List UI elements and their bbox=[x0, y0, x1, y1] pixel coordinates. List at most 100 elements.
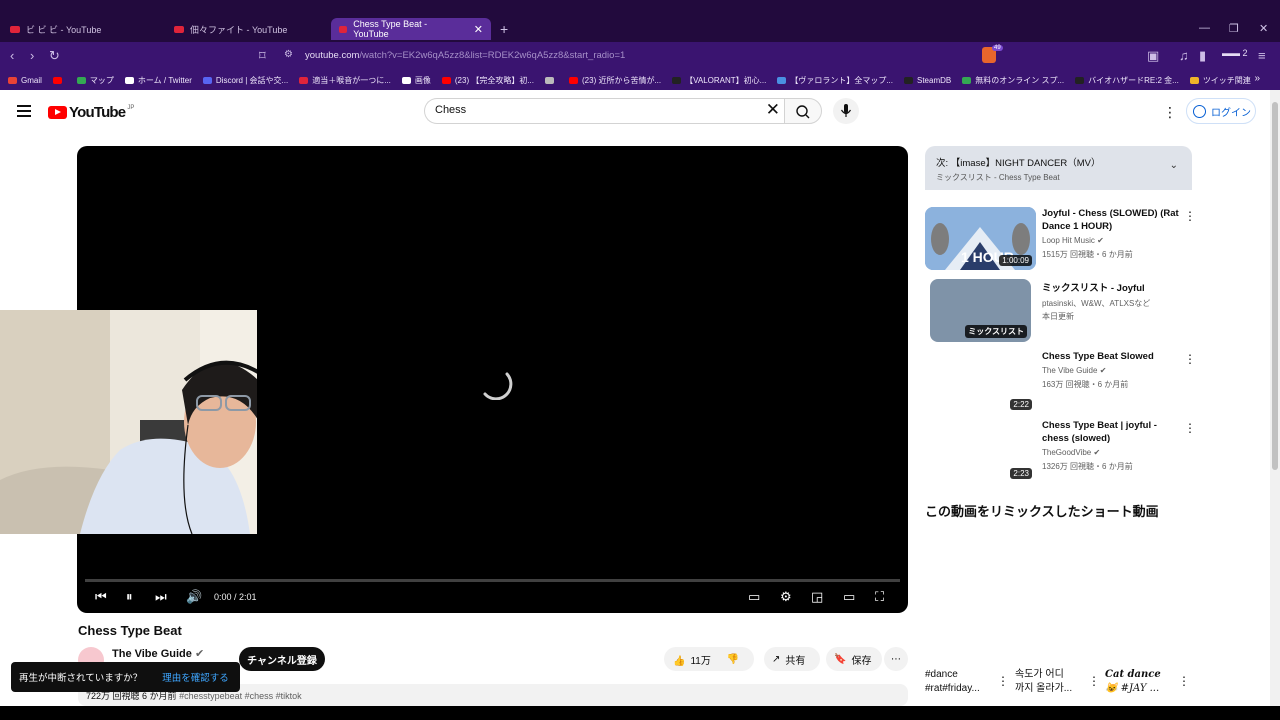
bookmark-item[interactable]: 【VALORANT】初心... bbox=[672, 75, 766, 86]
channel-text: The Vibe Guide bbox=[1042, 366, 1098, 375]
like-dislike-group: 👍 11万 👎 bbox=[664, 647, 754, 671]
browser-tab[interactable]: 佃々ファイト - YouTube bbox=[174, 18, 287, 40]
bookmark-item[interactable]: 適当＋喉音が一つに... bbox=[299, 75, 391, 86]
miniplayer-icon[interactable]: ◲ bbox=[811, 589, 823, 605]
menu-icon[interactable]: ≡ bbox=[1258, 48, 1266, 63]
like-button[interactable]: 👍 11万 bbox=[673, 652, 711, 667]
bookmark-item[interactable]: 画像 bbox=[401, 75, 431, 86]
scrollbar-thumb[interactable] bbox=[1272, 102, 1278, 470]
more-options-icon[interactable]: ⋮ bbox=[1184, 421, 1196, 435]
minimize-icon[interactable]: — bbox=[1199, 22, 1210, 34]
extensions-icon[interactable]: ▣ bbox=[1147, 48, 1159, 64]
toast-message: 再生が中断されていますか？ bbox=[19, 673, 143, 684]
chevron-down-icon[interactable]: ⌄ bbox=[1170, 160, 1178, 171]
dislike-button[interactable]: 👎 bbox=[727, 654, 739, 665]
close-tab-icon[interactable]: ✕ bbox=[474, 23, 483, 36]
more-options-icon[interactable]: ⋮ bbox=[1184, 352, 1196, 366]
music-icon[interactable]: ♫ bbox=[1179, 48, 1189, 63]
short-more-icon[interactable]: ⋮ bbox=[1088, 674, 1100, 688]
login-button[interactable]: ログイン bbox=[1186, 98, 1256, 124]
youtube-logo[interactable]: YouTube JP bbox=[48, 104, 134, 121]
new-tab-button[interactable]: + bbox=[500, 21, 508, 37]
site-settings-icon[interactable]: ⚙ bbox=[284, 49, 293, 60]
reload-icon[interactable]: ↻ bbox=[49, 48, 60, 64]
progress-bar[interactable] bbox=[85, 579, 900, 582]
thumbs-down-icon: 👎 bbox=[726, 653, 740, 665]
browser-tab[interactable]: ビ ビ ビ - YouTube bbox=[10, 18, 101, 40]
youtube-favicon-icon bbox=[174, 25, 184, 33]
bookmark-item[interactable]: SteamDB bbox=[904, 76, 951, 85]
bookmark-save-icon: 🔖 bbox=[834, 653, 847, 665]
voice-search-button[interactable] bbox=[833, 98, 859, 124]
toast-link[interactable]: 理由を確認する bbox=[162, 670, 229, 684]
microphone-icon bbox=[840, 104, 852, 117]
up-next-subtitle: ミックスリスト - Chess Type Beat bbox=[936, 173, 1060, 182]
settings-menu-icon[interactable]: ⋮ bbox=[1163, 104, 1177, 121]
recommendation-title: Chess Type Beat Slowed bbox=[1042, 351, 1154, 362]
volume-icon[interactable]: 🔊 bbox=[186, 589, 202, 605]
more-options-icon[interactable]: ⋮ bbox=[1184, 209, 1196, 223]
video-thumbnail[interactable]: 2:23 bbox=[925, 419, 1036, 482]
recommendation-item[interactable]: ミックスリスト ミックスリスト - Joyful ptasinski、W&W、A… bbox=[925, 279, 1195, 343]
search-input[interactable]: Chess ✕ bbox=[424, 98, 784, 124]
recommendation-item[interactable]: 2:23 Chess Type Beat | joyful - chess (s… bbox=[925, 419, 1196, 483]
bookmark-item[interactable] bbox=[52, 76, 66, 84]
browser-tab-active[interactable]: Chess Type Beat - YouTube ✕ bbox=[331, 18, 491, 40]
forward-icon[interactable]: › bbox=[30, 48, 34, 63]
bookmark-item[interactable]: ホーム / Twitter bbox=[124, 75, 192, 86]
short-item[interactable]: #dance #rat#friday... bbox=[925, 668, 980, 696]
previous-icon[interactable]: ⏮ bbox=[95, 589, 107, 605]
account-icon bbox=[1193, 104, 1206, 118]
recommendation-item[interactable]: 1 HOUR 1:00:09 Joyful - Chess (SLOWED) (… bbox=[925, 207, 1196, 271]
bookmark-item[interactable]: マップ bbox=[76, 75, 114, 86]
save-button[interactable]: 🔖 保存 bbox=[826, 647, 882, 671]
channel-name[interactable]: The Vibe Guide ✔ bbox=[112, 647, 204, 660]
bookmark-label: (23) 近所から苦情が... bbox=[582, 75, 662, 85]
short-more-icon[interactable]: ⋮ bbox=[997, 674, 1009, 688]
bookmark-item[interactable]: ツイッチ関連 bbox=[1189, 75, 1251, 86]
bookmark-item[interactable] bbox=[545, 76, 558, 84]
bookmark-item[interactable]: Gmail bbox=[8, 76, 42, 85]
bookmark-item[interactable]: (23) 近所から苦情が... bbox=[569, 75, 661, 86]
page-scrollbar[interactable] bbox=[1270, 90, 1280, 706]
more-actions-button[interactable]: ⋯ bbox=[884, 647, 908, 671]
video-thumbnail[interactable]: 1 HOUR 1:00:09 bbox=[925, 207, 1036, 270]
short-more-icon[interactable]: ⋮ bbox=[1178, 674, 1190, 688]
bookmark-item[interactable]: (23) 【完全攻略】初... bbox=[441, 75, 534, 86]
back-icon[interactable]: ‹ bbox=[10, 48, 14, 63]
theater-mode-icon[interactable]: ▭ bbox=[843, 589, 855, 605]
hashtags[interactable]: #chesstypebeat #chess #tiktok bbox=[179, 691, 302, 701]
settings-gear-icon[interactable]: ⚙ bbox=[780, 589, 792, 605]
mix-playlist-header[interactable]: 次: 【imase】NIGHT DANCER（MV） ミックスリスト - Che… bbox=[925, 146, 1192, 190]
search-button[interactable] bbox=[784, 98, 822, 124]
next-icon[interactable]: ⏭ bbox=[155, 589, 167, 605]
close-window-icon[interactable]: ✕ bbox=[1259, 22, 1268, 35]
hamburger-menu-icon[interactable] bbox=[17, 105, 31, 120]
restore-icon[interactable]: ❐ bbox=[1229, 22, 1239, 35]
pause-icon[interactable]: ⏸ bbox=[126, 589, 133, 605]
bookmarks-overflow-icon[interactable]: » bbox=[1254, 73, 1260, 84]
wallet-icon[interactable]: ▬▬ 2 bbox=[1222, 48, 1248, 58]
playlist-thumbnail[interactable]: ミックスリスト bbox=[930, 279, 1031, 342]
bookmark-item[interactable]: Discord | 会話や交... bbox=[202, 75, 288, 86]
mix-badge: ミックスリスト bbox=[965, 325, 1027, 338]
bookmark-item[interactable]: 無料のオンライン スプ... bbox=[962, 75, 1064, 86]
sidebar-icon[interactable]: ▮ bbox=[1199, 48, 1206, 64]
time-display: 0:00 / 2:01 bbox=[214, 592, 257, 602]
video-thumbnail[interactable]: 2:22 bbox=[925, 350, 1036, 413]
bookmark-item[interactable]: バイオハザードRE:2 金... bbox=[1075, 75, 1179, 86]
recommendation-item[interactable]: 2:22 Chess Type Beat Slowed The Vibe Gui… bbox=[925, 350, 1196, 414]
address-bar[interactable]: youtube.com/watch?v=EK2w6qA5zz8&list=RDE… bbox=[305, 50, 625, 61]
bookmark-label: バイオハザードRE:2 金... bbox=[1088, 75, 1179, 85]
bookmark-favicon-icon bbox=[202, 76, 212, 84]
short-item[interactable]: 속도가 어디 까지 올라가... bbox=[1015, 668, 1072, 696]
share-button[interactable]: ↗ 共有 bbox=[764, 647, 820, 671]
fullscreen-icon[interactable]: ⛶ bbox=[875, 589, 884, 605]
bookmark-icon[interactable]: ⌑ bbox=[259, 48, 266, 64]
subtitles-icon[interactable]: ▭ bbox=[748, 589, 760, 605]
clear-search-icon[interactable]: ✕ bbox=[766, 100, 780, 120]
subscribe-button[interactable]: チャンネル登録 bbox=[239, 647, 325, 671]
short-item[interactable]: Cat dance 😺 #JAY ... bbox=[1105, 668, 1161, 696]
bookmark-item[interactable]: 【ヴァロラント】全マップ... bbox=[777, 75, 893, 86]
recommendation-title: Joyful - Chess (SLOWED) (Rat Dance 1 HOU… bbox=[1042, 208, 1179, 232]
